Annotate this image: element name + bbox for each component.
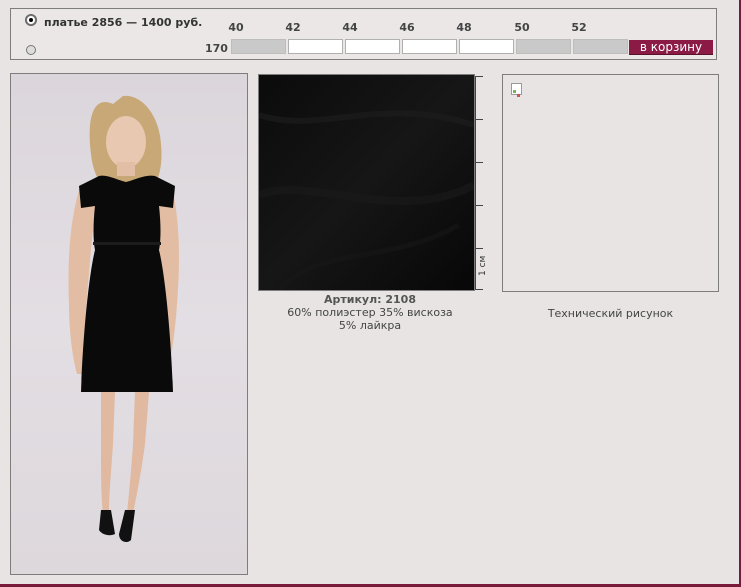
ruler-tick <box>475 289 483 290</box>
qty-field-52 <box>573 39 628 54</box>
ruler-tick <box>475 248 483 249</box>
qty-field-46[interactable] <box>402 39 457 54</box>
size-label-52: 52 <box>571 21 587 34</box>
ruler-tick <box>475 205 483 206</box>
qty-field-40 <box>231 39 286 54</box>
size-label-44: 44 <box>342 21 358 34</box>
size-label-42: 42 <box>285 21 301 34</box>
qty-field-44[interactable] <box>345 39 400 54</box>
fabric-composition-1: 60% полиэстер 35% вискоза <box>287 306 453 319</box>
fabric-info: Артикул: 2108 60% полиэстер 35% вискоза … <box>258 293 482 332</box>
fabric-composition-2: 5% лайкра <box>338 319 402 332</box>
ruler-tick <box>475 162 483 163</box>
technical-drawing-caption: Технический рисунок <box>547 307 674 320</box>
product-radio-selected[interactable] <box>26 15 36 25</box>
ruler-tick <box>475 119 483 120</box>
qty-field-42[interactable] <box>288 39 343 54</box>
order-panel: платье 2856 — 1400 руб. 40 42 44 46 48 5… <box>10 8 717 60</box>
product-radio-unselected[interactable] <box>26 45 36 55</box>
broken-image-icon <box>511 83 522 97</box>
ruler-tick <box>475 76 483 77</box>
size-label-48: 48 <box>456 21 472 34</box>
ruler-unit-label: 1 см <box>478 255 488 276</box>
fabric-swatch-image <box>258 74 475 291</box>
fabric-texture <box>259 75 474 290</box>
ruler-line <box>475 76 476 290</box>
size-label-40: 40 <box>228 21 244 34</box>
technical-drawing-frame <box>502 74 719 292</box>
add-to-cart-button[interactable]: в корзину <box>629 40 713 55</box>
qty-field-48[interactable] <box>459 39 514 54</box>
model-photo <box>10 73 248 575</box>
size-label-50: 50 <box>514 21 530 34</box>
size-label-46: 46 <box>399 21 415 34</box>
dress-model-image <box>68 95 179 542</box>
product-price-label: платье 2856 — 1400 руб. <box>44 16 203 29</box>
height-label: 170 <box>205 42 228 55</box>
fabric-sku: Артикул: 2108 <box>323 293 416 306</box>
qty-field-50 <box>516 39 571 54</box>
